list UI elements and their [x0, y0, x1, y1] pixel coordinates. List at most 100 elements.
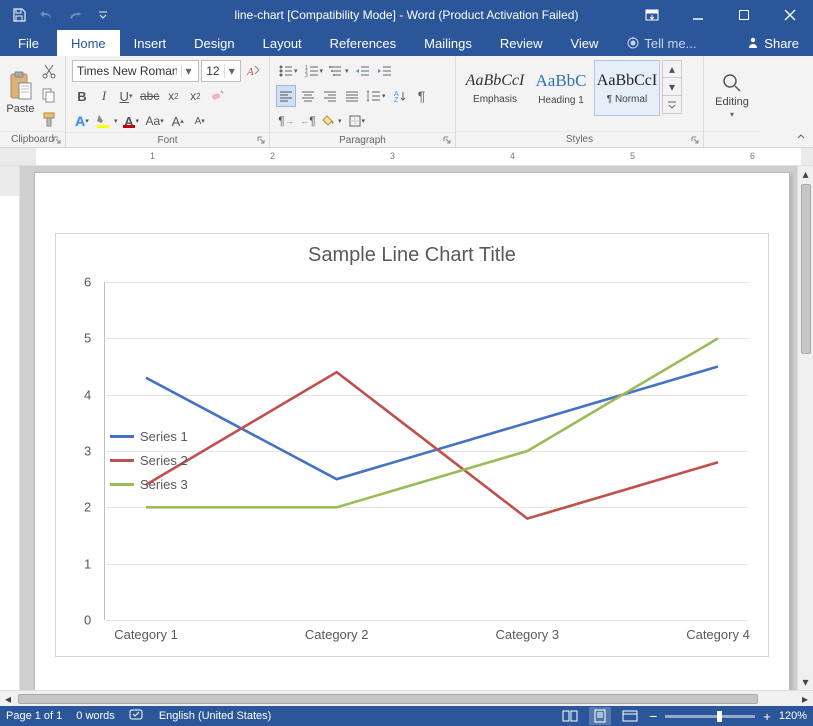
- vertical-ruler[interactable]: [0, 166, 20, 690]
- styles-launcher-icon[interactable]: [689, 134, 701, 146]
- zoom-thumb[interactable]: [717, 711, 722, 722]
- page[interactable]: Sample Line Chart Title 0123456Category …: [34, 172, 790, 690]
- style-emphasis[interactable]: AaBbCcI Emphasis: [462, 60, 528, 116]
- copy-icon[interactable]: [39, 84, 59, 106]
- tab-design[interactable]: Design: [180, 30, 248, 56]
- zoom-slider[interactable]: [665, 715, 755, 718]
- ribbon-display-options-icon[interactable]: [629, 0, 675, 30]
- font-launcher-icon[interactable]: [255, 134, 267, 146]
- paragraph-launcher-icon[interactable]: [441, 134, 453, 146]
- status-words[interactable]: 0 words: [76, 710, 115, 722]
- chart-object[interactable]: Sample Line Chart Title 0123456Category …: [55, 233, 769, 657]
- multilevel-list-icon[interactable]: ▾: [327, 60, 351, 82]
- font-color-icon[interactable]: A▾: [122, 110, 142, 132]
- clear-formatting-icon[interactable]: A: [243, 60, 263, 82]
- undo-icon[interactable]: [34, 2, 60, 28]
- scroll-thumb[interactable]: [801, 184, 811, 354]
- text-effects-icon[interactable]: A▾: [72, 110, 92, 132]
- close-button[interactable]: [767, 0, 813, 30]
- y-tick-label: 3: [84, 444, 91, 459]
- redo-icon[interactable]: [62, 2, 88, 28]
- scroll-up-icon[interactable]: ▴: [798, 166, 813, 182]
- spell-check-icon[interactable]: [129, 709, 145, 724]
- font-size-combo[interactable]: ▾: [201, 60, 241, 82]
- bullets-icon[interactable]: ▾: [276, 60, 300, 82]
- vertical-scrollbar[interactable]: ▴ ▾: [797, 166, 813, 690]
- paste-button[interactable]: Paste: [6, 60, 35, 126]
- tab-review[interactable]: Review: [486, 30, 557, 56]
- ltr-direction-icon[interactable]: ¶→: [276, 110, 296, 132]
- legend-swatch: [110, 435, 134, 438]
- tab-file[interactable]: File: [0, 30, 57, 56]
- chevron-down-icon[interactable]: ▾: [224, 64, 238, 78]
- italic-icon[interactable]: I: [94, 85, 114, 107]
- status-page[interactable]: Page 1 of 1: [6, 710, 62, 722]
- styles-scroll-down-icon[interactable]: ▾: [662, 78, 682, 96]
- justify-icon[interactable]: [342, 85, 362, 107]
- scroll-thumb[interactable]: [18, 694, 758, 704]
- underline-icon[interactable]: U▾: [116, 85, 136, 107]
- document-area[interactable]: Sample Line Chart Title 0123456Category …: [20, 166, 813, 690]
- rtl-direction-icon[interactable]: ←¶: [298, 110, 318, 132]
- horizontal-ruler[interactable]: 1 2 3 4 5 6: [0, 148, 813, 166]
- styles-scroll-up-icon[interactable]: ▴: [662, 60, 682, 78]
- numbering-icon[interactable]: 123▾: [302, 60, 326, 82]
- align-center-icon[interactable]: [298, 85, 318, 107]
- sort-icon[interactable]: AZ: [390, 85, 410, 107]
- minimize-button[interactable]: [675, 0, 721, 30]
- share-button[interactable]: Share: [732, 30, 813, 56]
- legend-label: Series 2: [140, 453, 188, 468]
- cut-icon[interactable]: [39, 60, 59, 82]
- print-layout-icon[interactable]: [589, 707, 611, 725]
- styles-expand-icon[interactable]: [662, 96, 682, 114]
- show-marks-icon[interactable]: ¶: [412, 85, 432, 107]
- tab-home[interactable]: Home: [57, 30, 120, 56]
- clear-all-formatting-icon[interactable]: [207, 85, 227, 107]
- horizontal-scrollbar[interactable]: ◂ ▸: [0, 690, 813, 706]
- tab-layout[interactable]: Layout: [249, 30, 316, 56]
- tab-mailings[interactable]: Mailings: [410, 30, 486, 56]
- subscript-icon[interactable]: x2: [163, 85, 183, 107]
- bold-icon[interactable]: B: [72, 85, 92, 107]
- line-spacing-icon[interactable]: ▾: [364, 85, 388, 107]
- status-language[interactable]: English (United States): [159, 710, 272, 722]
- scroll-right-icon[interactable]: ▸: [797, 691, 813, 707]
- align-left-icon[interactable]: [276, 85, 296, 107]
- tab-view[interactable]: View: [556, 30, 612, 56]
- tell-me-search[interactable]: Tell me...: [612, 30, 710, 56]
- align-right-icon[interactable]: [320, 85, 340, 107]
- decrease-indent-icon[interactable]: [353, 60, 373, 82]
- read-mode-icon[interactable]: [559, 707, 581, 725]
- font-name-input[interactable]: [73, 64, 181, 78]
- superscript-icon[interactable]: x2: [185, 85, 205, 107]
- shading-icon[interactable]: ▾: [320, 110, 344, 132]
- save-icon[interactable]: [6, 2, 32, 28]
- tab-insert[interactable]: Insert: [120, 30, 181, 56]
- scroll-left-icon[interactable]: ◂: [0, 691, 16, 707]
- editing-button[interactable]: Editing ▾: [710, 63, 754, 129]
- zoom-out-button[interactable]: −: [649, 708, 657, 724]
- font-size-input[interactable]: [202, 64, 224, 78]
- strikethrough-icon[interactable]: abc: [138, 85, 161, 107]
- web-layout-icon[interactable]: [619, 707, 641, 725]
- clipboard-launcher-icon[interactable]: [51, 134, 63, 146]
- format-painter-icon[interactable]: [39, 108, 59, 130]
- maximize-button[interactable]: [721, 0, 767, 30]
- zoom-in-button[interactable]: +: [763, 709, 771, 724]
- style-heading-1[interactable]: AaBbC Heading 1: [528, 60, 594, 116]
- increase-indent-icon[interactable]: [375, 60, 395, 82]
- style-normal[interactable]: AaBbCcI ¶ Normal: [594, 60, 660, 116]
- highlight-icon[interactable]: ▾: [94, 110, 120, 132]
- tab-references[interactable]: References: [316, 30, 410, 56]
- zoom-level[interactable]: 120%: [779, 710, 807, 722]
- scroll-down-icon[interactable]: ▾: [798, 674, 813, 690]
- qat-customize-icon[interactable]: [90, 2, 116, 28]
- collapse-ribbon-icon[interactable]: [793, 129, 809, 145]
- grow-font-icon[interactable]: A▴: [168, 110, 188, 132]
- font-name-combo[interactable]: ▾: [72, 60, 199, 82]
- borders-icon[interactable]: ▾: [346, 110, 368, 132]
- chevron-down-icon[interactable]: ▾: [181, 64, 195, 78]
- shrink-font-icon[interactable]: A▾: [190, 110, 210, 132]
- chart-plot-area: 0123456Category 1Category 2Category 3Cat…: [106, 282, 748, 620]
- change-case-icon[interactable]: Aa▾: [144, 110, 166, 132]
